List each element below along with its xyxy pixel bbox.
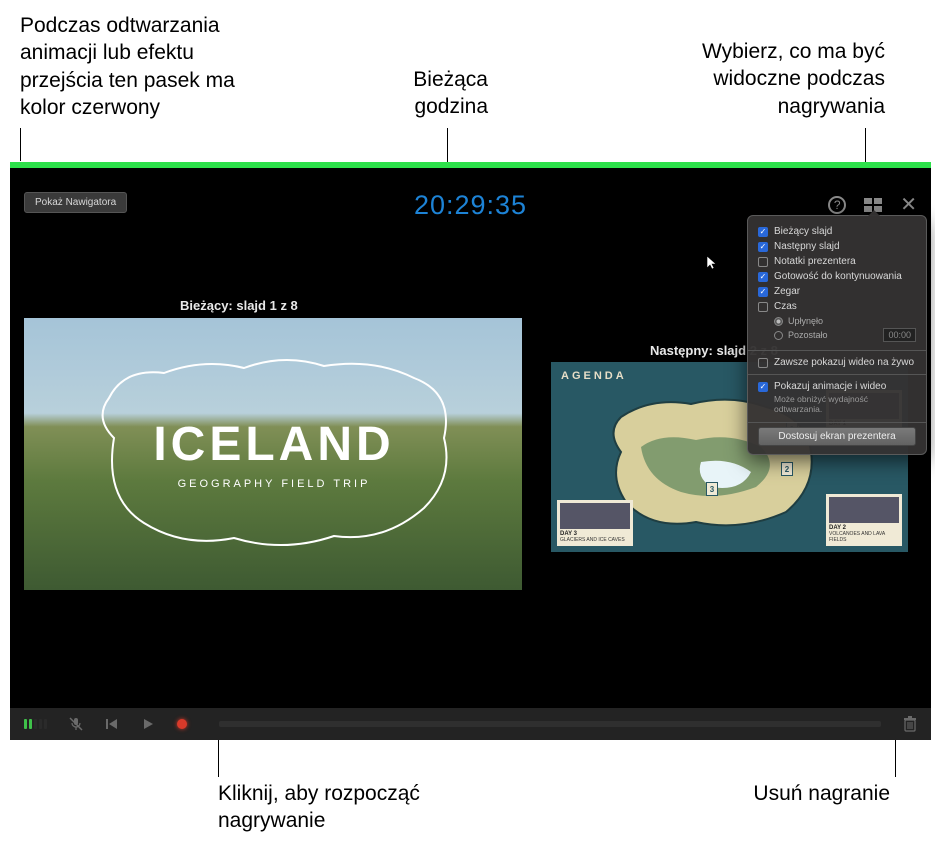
microphone-icon[interactable] <box>69 717 83 731</box>
option-presenter-notes[interactable]: Notatki prezentera <box>748 254 926 269</box>
separator <box>748 350 926 351</box>
remaining-time-field[interactable]: 00:00 <box>883 328 916 342</box>
callout-line <box>218 735 219 777</box>
callout-line <box>20 128 21 161</box>
play-icon[interactable] <box>141 717 155 731</box>
checkbox-icon: ✓ <box>758 382 768 392</box>
option-note: Może obniżyć wydajność odtwarzania. <box>748 394 926 418</box>
agenda-card: DAY 3 GLACIERS AND ICE CAVES <box>557 500 633 546</box>
option-show-animations[interactable]: ✓ Pokazuj animacje i wideo <box>748 379 926 394</box>
map-marker: 2 <box>781 462 793 476</box>
trash-icon[interactable] <box>903 716 917 732</box>
option-ready-to-advance[interactable]: ✓ Gotowość do kontynuowania <box>748 269 926 284</box>
callout-green-bar: Podczas odtwarzania animacji lub efektu … <box>20 12 280 121</box>
rewind-icon[interactable] <box>105 717 119 731</box>
checkbox-icon <box>758 257 768 267</box>
checkbox-icon <box>758 302 768 312</box>
checkbox-icon <box>758 358 768 368</box>
callout-line <box>895 735 896 777</box>
checkbox-icon: ✓ <box>758 287 768 297</box>
separator <box>748 422 926 423</box>
current-slide-preview: ICELAND GEOGRAPHY FIELD TRIP <box>24 318 522 590</box>
help-icon[interactable]: ? <box>828 196 846 214</box>
separator <box>748 374 926 375</box>
checkbox-icon: ✓ <box>758 242 768 252</box>
presenter-display: Pokaż Nawigatora 20:29:35 ? ✕ Bieżący: s… <box>10 168 931 740</box>
audio-level-meter <box>24 719 47 729</box>
option-always-show-live[interactable]: Zawsze pokazuj wideo na żywo <box>748 355 926 370</box>
record-button[interactable] <box>177 719 187 729</box>
map-marker: 3 <box>706 482 718 496</box>
slide-title: ICELAND <box>153 417 394 472</box>
recording-toolbar <box>10 708 931 740</box>
checkbox-icon: ✓ <box>758 272 768 282</box>
callout-record: Kliknij, aby rozpocząć nagrywanie <box>218 780 478 835</box>
option-clock[interactable]: ✓ Zegar <box>748 284 926 299</box>
recording-timeline[interactable] <box>219 721 881 727</box>
callout-popover: Wybierz, co ma być widoczne podczas nagr… <box>655 38 885 120</box>
option-elapsed[interactable]: Upłynęło <box>774 316 916 326</box>
agenda-heading: AGENDA <box>561 370 627 382</box>
current-slide-label: Bieżący: slajd 1 z 8 <box>180 298 298 313</box>
customize-presenter-display-button[interactable]: Dostosuj ekran prezentera <box>758 427 916 446</box>
option-current-slide[interactable]: ✓ Bieżący slajd <box>748 224 926 239</box>
callout-trash: Usuń nagranie <box>753 780 890 807</box>
display-options-popover: ✓ Bieżący slajd ✓ Następny slajd Notatki… <box>747 215 927 455</box>
callout-clock: Bieżąca godzina <box>398 66 488 121</box>
close-icon[interactable]: ✕ <box>900 198 917 212</box>
radio-icon <box>774 331 783 340</box>
option-next-slide[interactable]: ✓ Następny slajd <box>748 239 926 254</box>
radio-icon <box>774 317 783 326</box>
option-remaining[interactable]: Pozostało 00:00 <box>774 328 916 342</box>
agenda-card: DAY 2 VOLCANOES AND LAVA FIELDS <box>826 494 902 546</box>
checkbox-icon: ✓ <box>758 227 768 237</box>
option-time[interactable]: Czas <box>748 299 926 314</box>
cursor-icon <box>707 256 717 270</box>
slide-subtitle: GEOGRAPHY FIELD TRIP <box>178 478 371 490</box>
